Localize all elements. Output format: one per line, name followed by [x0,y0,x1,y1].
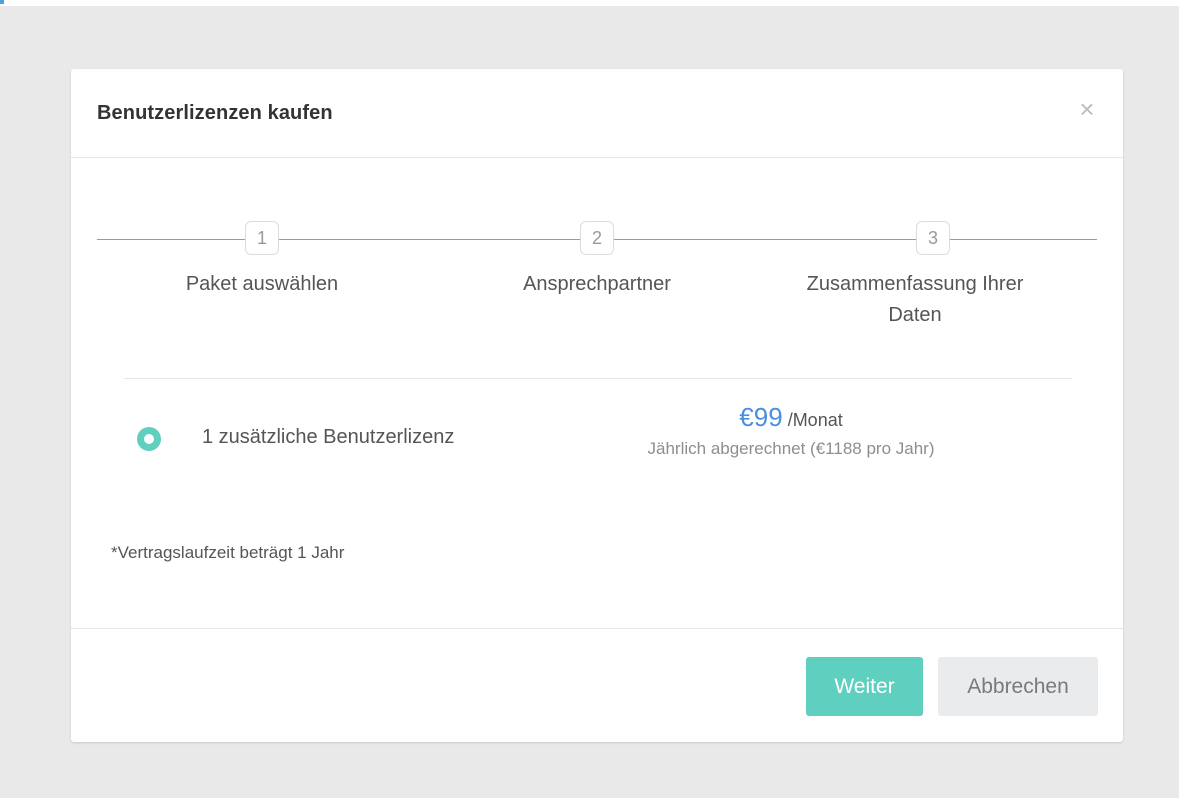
contract-term-note: *Vertragslaufzeit beträgt 1 Jahr [111,543,345,562]
step-2-number: 2 [580,221,614,255]
step-3-number: 3 [916,221,950,255]
step-3-label: Zusammenfassung Ihrer Daten [806,273,1024,326]
price-value: €99 [739,402,783,432]
price-period: /Monat [787,410,843,430]
dialog-header: Benutzerlizenzen kaufen × [71,69,1123,158]
package-label[interactable]: 1 zusätzliche Benutzerlizenz [202,426,454,449]
dialog-title: Benutzerlizenzen kaufen [97,102,333,124]
top-strip [0,0,1179,6]
close-icon[interactable]: × [1075,96,1099,122]
step-2-label: Ansprechpartner [523,273,671,295]
billing-note: Jährlich abgerechnet (€1188 pro Jahr) [647,439,935,458]
dialog-footer: Weiter Abbrechen [71,628,1123,743]
cancel-button[interactable]: Abbrechen [938,657,1098,716]
radio-selected-icon [144,434,154,444]
top-strip-dot [0,0,4,4]
content-divider [124,378,1072,379]
package-radio[interactable] [137,427,161,451]
purchase-licenses-dialog: Benutzerlizenzen kaufen × 1 2 3 Paket au… [71,69,1123,742]
next-button[interactable]: Weiter [806,657,923,716]
price-block: €99 /Monat Jährlich abgerechnet (€1188 p… [591,399,991,460]
price-line: €99 /Monat [591,399,991,438]
step-1-number: 1 [245,221,279,255]
step-1-label: Paket auswählen [185,273,339,295]
